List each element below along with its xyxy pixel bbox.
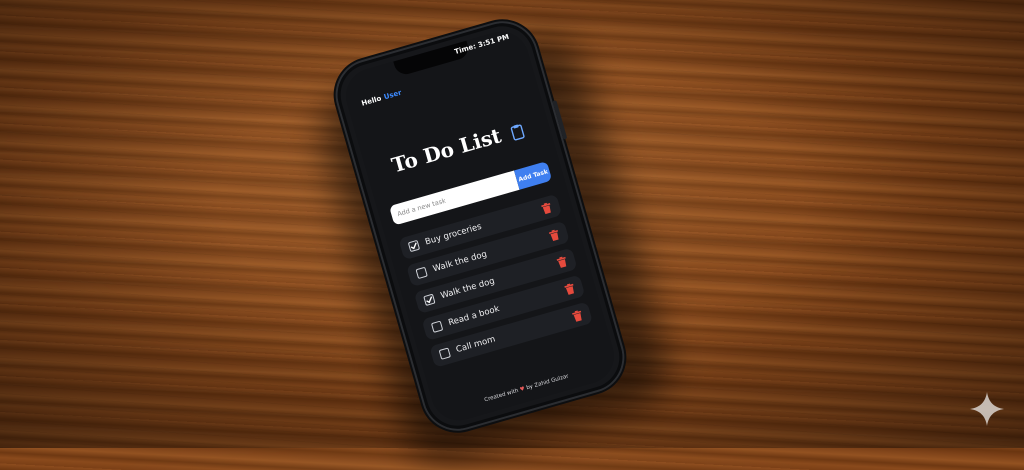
footer-prefix: Created with	[483, 387, 520, 404]
task-checkbox[interactable]	[407, 239, 421, 253]
heart-icon: ♥	[519, 386, 526, 394]
greeting-user: User	[382, 88, 403, 102]
task-checkbox[interactable]	[415, 266, 428, 280]
trash-icon[interactable]	[548, 228, 561, 241]
checkmark-icon	[410, 242, 417, 250]
add-task-button[interactable]: Add Task	[514, 161, 553, 190]
footer-suffix: by Zahid Gulzar	[525, 373, 570, 392]
trash-icon[interactable]	[540, 201, 553, 214]
trash-icon[interactable]	[563, 282, 576, 295]
clipboard-icon	[510, 124, 525, 141]
greeting: HelloUser	[361, 89, 403, 108]
task-list: Buy groceries Walk the dog Walk the dog Rea…	[398, 193, 594, 374]
trash-icon[interactable]	[556, 255, 569, 268]
task-checkbox[interactable]	[430, 320, 444, 333]
task-checkbox[interactable]	[438, 347, 452, 360]
checkmark-icon	[426, 296, 433, 304]
greeting-hello: Hello	[360, 94, 383, 108]
title-text: To Do List	[388, 123, 504, 178]
sparkle-icon	[970, 392, 1004, 426]
trash-icon[interactable]	[571, 309, 584, 322]
task-checkbox[interactable]	[423, 293, 436, 306]
